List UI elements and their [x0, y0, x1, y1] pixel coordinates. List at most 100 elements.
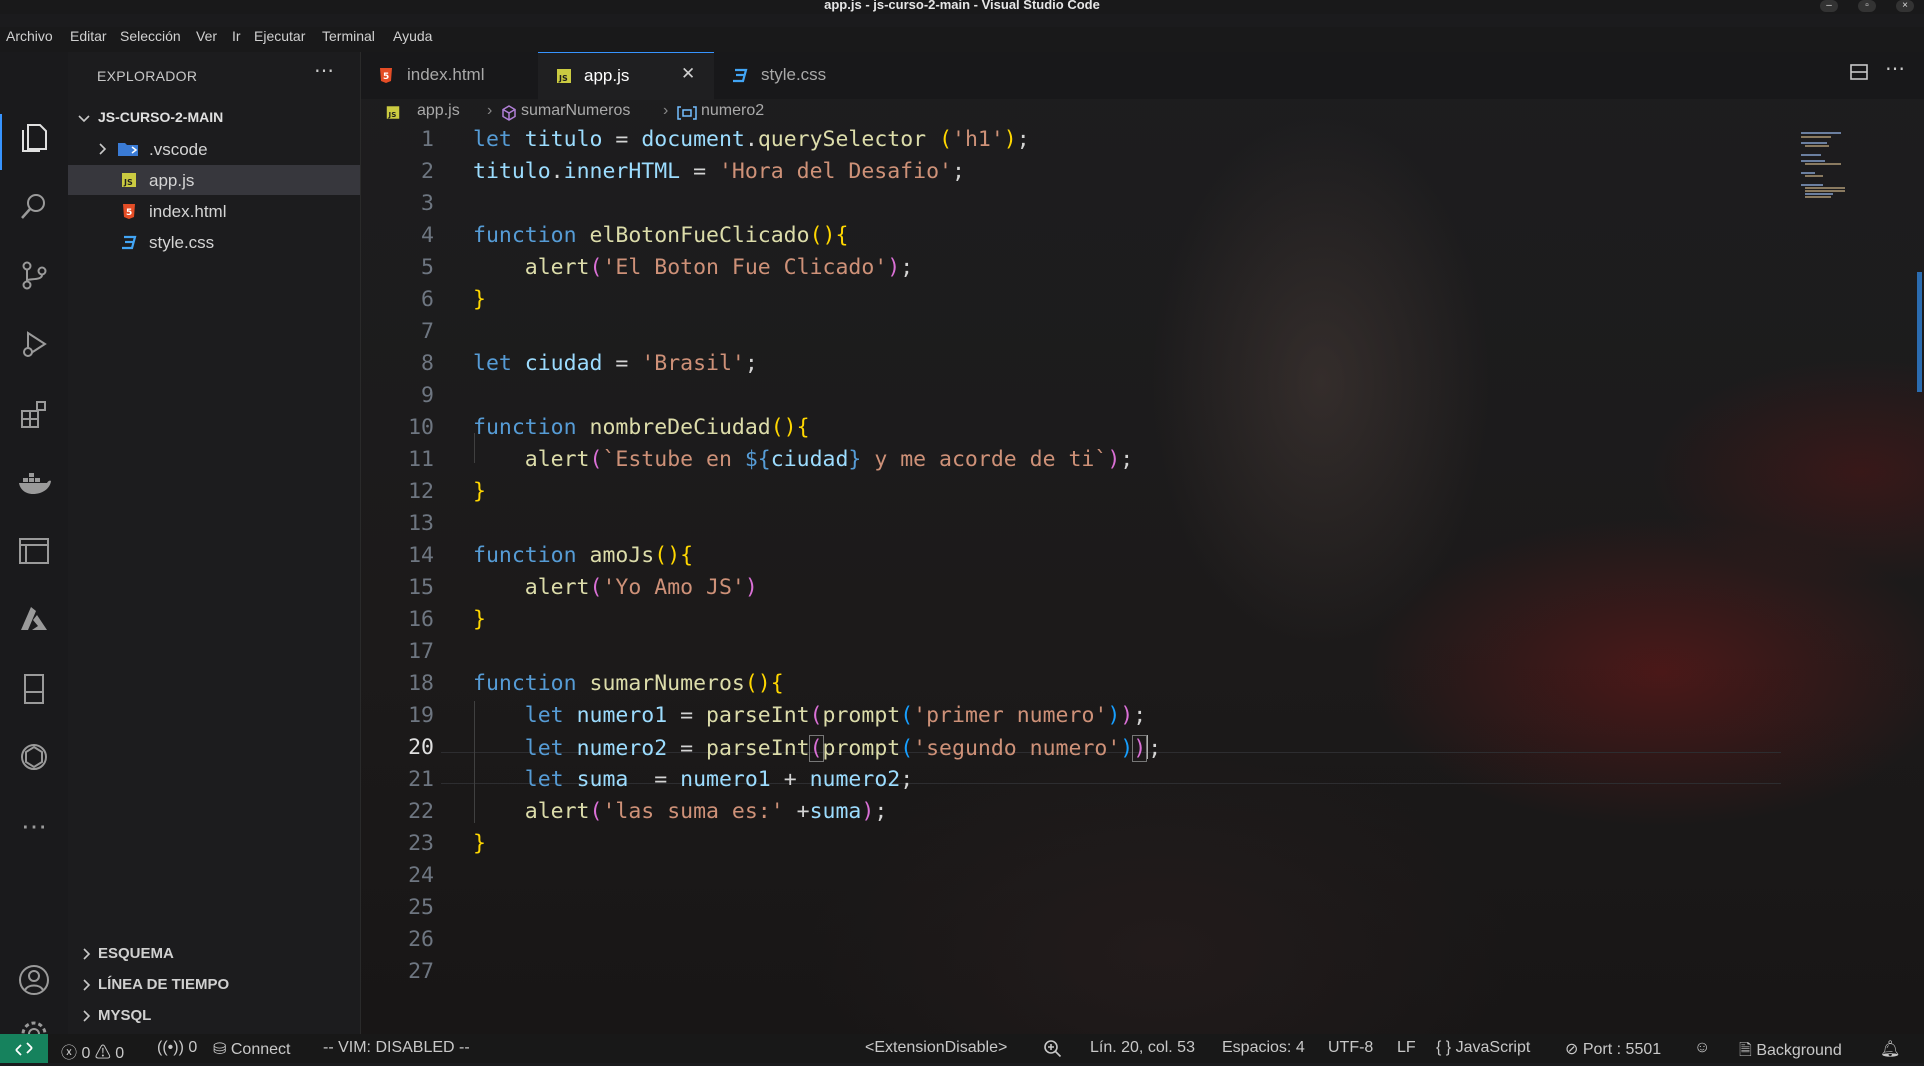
section-mysql[interactable]: MYSQL — [68, 1001, 360, 1031]
code-text: alert('las suma es:' +suma); — [524, 799, 888, 824]
tab-label: style.css — [761, 65, 827, 84]
code-line: 12} — [361, 477, 1781, 509]
vim-status[interactable]: -- VIM: DISABLED -- — [323, 1039, 470, 1057]
breadcrumb-function[interactable]: sumarNumeros — [521, 102, 630, 120]
live-server-port[interactable]: ⊘ Port : 5501 — [1565, 1039, 1661, 1059]
menu-editar[interactable]: Editar — [70, 28, 107, 44]
code-line: 4 function elBotonFueClicado(){ — [361, 221, 1781, 253]
code-line: 23} — [361, 829, 1781, 861]
remote-icon — [15, 1042, 33, 1056]
line-number: 23 — [408, 831, 434, 856]
menu-ver[interactable]: Ver — [196, 28, 217, 44]
line-number: 6 — [421, 287, 434, 312]
notifications-bell-icon[interactable]: 🔔︎ — [1880, 1039, 1900, 1059]
menu-ir[interactable]: Ir — [232, 28, 241, 44]
tab-label: index.html — [407, 65, 485, 84]
close-window-button[interactable]: × — [1896, 0, 1914, 12]
indentation[interactable]: Espacios: 4 — [1222, 1039, 1305, 1057]
language-mode[interactable]: { } JavaScript — [1436, 1039, 1530, 1057]
extension-disable-button[interactable]: <ExtensionDisable> — [865, 1039, 1007, 1057]
line-number: 15 — [408, 575, 434, 600]
line-number: 1 — [421, 127, 434, 152]
source-control-icon[interactable] — [12, 253, 56, 297]
encoding[interactable]: UTF-8 — [1328, 1039, 1373, 1057]
background-toggle[interactable]: 🗎 Background — [1739, 1039, 1842, 1066]
tree-item-index-html[interactable]: 5 index.html — [68, 196, 360, 226]
minimap[interactable] — [1801, 132, 1871, 252]
extensions-icon[interactable] — [12, 392, 56, 436]
docker-icon[interactable] — [12, 460, 56, 504]
explorer-sidebar: EXPLORADOR ⋯ JS-CURSO-2-MAIN .vscode JS … — [68, 52, 361, 1034]
menu-seleccion[interactable]: Selección — [120, 28, 181, 44]
breadcrumb-variable[interactable]: numero2 — [701, 102, 764, 120]
section-esquema[interactable]: ESQUEMA — [68, 939, 360, 969]
scrollbar-thumb[interactable] — [1917, 272, 1922, 392]
code-line: 7 — [361, 317, 1781, 349]
warning-icon: ⚠ — [94, 1045, 111, 1062]
tab-app-js[interactable]: JS app.js ✕ — [538, 52, 714, 100]
code-text: let titulo = document.querySelector ('h1… — [473, 127, 1030, 152]
copilot-icon[interactable]: ☺ — [1694, 1039, 1710, 1057]
line-number: 20 — [408, 735, 434, 760]
search-icon[interactable] — [12, 184, 56, 228]
remote-indicator-button[interactable] — [0, 1034, 48, 1063]
tree-item-app-js[interactable]: JS app.js — [68, 165, 360, 195]
more-actions-icon[interactable]: ⋯ — [1885, 56, 1905, 81]
line-number: 13 — [408, 511, 434, 536]
line-number: 12 — [408, 479, 434, 504]
menu-bar: Archivo Editar Selección Ver Ir Ejecutar… — [0, 27, 1924, 52]
zoom-icon[interactable] — [1043, 1039, 1063, 1062]
maximize-button[interactable]: ▫ — [1858, 0, 1876, 12]
code-text: let suma = numero1 + numero2; — [524, 767, 914, 792]
tree-item-vscode[interactable]: .vscode — [68, 134, 360, 164]
database-icon[interactable] — [12, 667, 56, 711]
azure-icon[interactable] — [12, 597, 56, 641]
section-linea-de-tiempo[interactable]: LÍNEA DE TIEMPO — [68, 970, 360, 1000]
chevron-right-icon — [83, 979, 91, 991]
line-number: 10 — [408, 415, 434, 440]
cursor-position[interactable]: Lín. 20, col. 53 — [1090, 1039, 1195, 1057]
editor-area: 5 index.html JS app.js ✕ style.css ⋯ JS … — [361, 52, 1924, 1034]
tree-item-style-css[interactable]: style.css — [68, 227, 360, 257]
html-file-icon: 5 — [380, 68, 392, 83]
breadcrumb-file[interactable]: app.js — [417, 102, 460, 120]
code-line: 13 — [361, 509, 1781, 541]
error-count: 0 — [81, 1045, 91, 1062]
minimize-button[interactable]: – — [1820, 0, 1838, 12]
connect-button[interactable]: ⛁ Connect — [213, 1039, 290, 1059]
problems-indicator[interactable]: ⓧ 0 ⚠ 0 — [61, 1039, 124, 1063]
remote-explorer-icon[interactable] — [12, 529, 56, 573]
split-editor-icon[interactable] — [1849, 62, 1869, 87]
line-number: 19 — [408, 703, 434, 728]
line-number: 25 — [408, 895, 434, 920]
section-label: LÍNEA DE TIEMPO — [98, 976, 230, 993]
menu-archivo[interactable]: Archivo — [6, 28, 53, 44]
chatgpt-icon[interactable] — [12, 735, 56, 779]
svg-text:5: 5 — [383, 72, 389, 82]
code-line: 8 let ciudad = 'Brasil'; — [361, 349, 1781, 381]
menu-ejecutar[interactable]: Ejecutar — [254, 28, 305, 44]
code-line: 11 alert(`Estube en ${ciudad} y me acord… — [361, 445, 1781, 477]
menu-terminal[interactable]: Terminal — [322, 28, 375, 44]
code-text: alert('El Boton Fue Clicado'); — [524, 255, 914, 280]
code-text: let ciudad = 'Brasil'; — [473, 351, 758, 376]
code-line: 18 function sumarNumeros(){ — [361, 669, 1781, 701]
breadcrumb-separator-icon: › — [487, 102, 493, 119]
end-of-line[interactable]: LF — [1397, 1039, 1416, 1057]
account-icon[interactable] — [12, 958, 56, 1002]
sidebar-more-icon[interactable]: ⋯ — [314, 58, 334, 83]
code-editor[interactable]: 1 let titulo = document.querySelector ('h… — [361, 125, 1781, 1025]
code-line: 21 let suma = numero1 + numero2; — [361, 765, 1781, 797]
close-tab-icon[interactable]: ✕ — [681, 64, 695, 84]
menu-ayuda[interactable]: Ayuda — [393, 28, 432, 44]
more-icon[interactable]: ⋯ — [12, 804, 56, 848]
line-number: 14 — [408, 543, 434, 568]
tab-style-css[interactable]: style.css — [715, 52, 883, 99]
tab-index-html[interactable]: 5 index.html — [361, 52, 537, 99]
explorer-icon[interactable] — [12, 116, 56, 160]
ports-indicator[interactable]: ((•)) 0 — [157, 1039, 197, 1057]
css-file-icon — [122, 235, 137, 250]
run-debug-icon[interactable] — [12, 322, 56, 366]
code-text: } — [473, 287, 486, 312]
workspace-root[interactable]: JS-CURSO-2-MAIN — [68, 105, 360, 131]
